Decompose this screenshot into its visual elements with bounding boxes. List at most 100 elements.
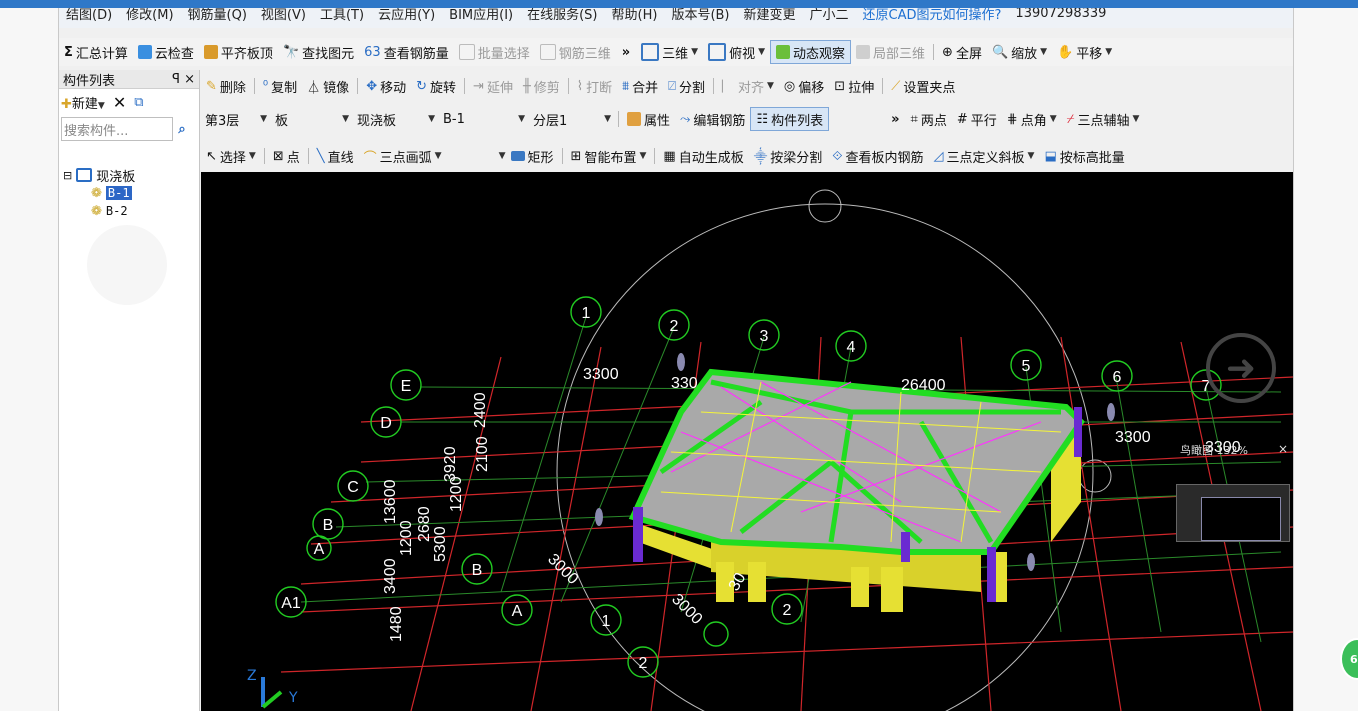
menu-item[interactable]: 视图(V) <box>254 8 313 23</box>
cad-help-link[interactable]: 还原CAD图元如何操作? <box>856 8 1009 23</box>
new-change-button[interactable]: 新建变更 <box>737 8 803 23</box>
two-point-axis-button[interactable]: ⌗ 两点 <box>906 108 952 130</box>
arrow-right-icon[interactable]: ➜ <box>1226 348 1256 389</box>
menu-item[interactable]: 在线服务(S) <box>520 8 604 23</box>
component-list-button[interactable]: ☷ 构件列表 <box>750 107 830 131</box>
view-3d-button[interactable]: 三维 ▼ <box>636 41 703 63</box>
orbit-handle[interactable] <box>808 189 842 223</box>
component-select[interactable]: B-1 ▼ <box>439 109 529 129</box>
copy-button[interactable]: ⁰ 复制 <box>258 75 302 97</box>
delete-button[interactable]: ✎ 删除 <box>201 75 251 97</box>
chevron-down-icon[interactable]: ▼ <box>499 151 506 161</box>
point-angle-icon: ⋕ <box>1006 111 1018 127</box>
dim-label: 3000 <box>668 591 705 628</box>
properties-button[interactable]: 属性 <box>622 108 675 130</box>
parallel-axis-button[interactable]: # 平行 <box>952 108 1002 130</box>
rebar-3d-button[interactable]: 钢筋三维 <box>535 41 616 63</box>
move-button[interactable]: ✥ 移动 <box>361 75 411 97</box>
batch-select-button[interactable]: 批量选择 <box>454 41 535 63</box>
divider <box>253 78 255 94</box>
search-input[interactable]: 搜索构件... <box>61 117 173 141</box>
menu-item[interactable]: 修改(M) <box>119 8 180 23</box>
menu-item[interactable]: 版本号(B) <box>664 8 736 23</box>
collapse-icon[interactable]: ⊟ <box>63 169 72 182</box>
delete-icon[interactable]: ✕ <box>113 93 126 112</box>
floor-select[interactable]: 第3层 ▼ <box>201 109 271 129</box>
sum-button[interactable]: Σ 汇总计算 <box>59 41 133 63</box>
search-icon[interactable]: ⌕ <box>171 118 193 140</box>
toolbar-more[interactable]: » <box>885 112 905 127</box>
offset-button[interactable]: ◎ 偏移 <box>779 75 829 97</box>
smart-layout-button[interactable]: ⊞ 智能布置 ▼ <box>566 145 652 167</box>
split-button[interactable]: ⍁ 分割 <box>663 75 710 97</box>
merge-button[interactable]: ⩩ 合并 <box>617 75 663 97</box>
menu-item[interactable]: 帮助(H) <box>605 8 665 23</box>
menu-item[interactable]: 工具(T) <box>313 8 371 23</box>
find-button[interactable]: 🔭 查找图元 <box>278 41 359 63</box>
tree-item[interactable]: ❁ B-2 <box>63 202 135 220</box>
elevation-batch-button[interactable]: ⬓ 按标高批量 <box>1039 145 1129 167</box>
align-button[interactable]: ⎸ 对齐 ▼ <box>717 75 779 97</box>
rectangle-button[interactable]: 矩形 <box>506 145 559 167</box>
pin-icon[interactable]: ꟼ <box>172 72 180 87</box>
arc-button[interactable]: ⌒ 三点画弧 ▼ <box>359 145 499 167</box>
axis-label: 6 <box>1113 369 1122 386</box>
divider <box>618 111 619 127</box>
grip-button[interactable]: ⟋ 设置夹点 <box>886 75 960 97</box>
rotate-button[interactable]: ↻ 旋转 <box>411 75 461 97</box>
dim-label: 2100 <box>474 436 491 472</box>
axis-label: D <box>380 415 392 432</box>
pan-button[interactable]: ✋ 平移 ▼ <box>1052 41 1117 63</box>
view-rebar-button[interactable]: 63 查看钢筋量 <box>359 41 454 63</box>
copy-icon[interactable]: ⧉ <box>134 95 143 110</box>
top-view-button[interactable]: 俯视 ▼ <box>703 41 770 63</box>
3d-viewport[interactable]: 1 2 3 4 5 6 7 E D C B A A1 B A 1 2 2 330… <box>201 172 1293 711</box>
menu-bar: 结图(D) 修改(M) 钢筋量(Q) 视图(V) 工具(T) 云应用(Y) BI… <box>59 8 1293 28</box>
close-icon[interactable]: × <box>184 72 195 87</box>
mirror-button[interactable]: ⏃ 镜像 <box>302 75 354 97</box>
trim-button[interactable]: ╫ 修剪 <box>518 75 565 97</box>
birdseye-close-icon[interactable]: × <box>1278 442 1288 456</box>
point-button[interactable]: ⊠ 点 <box>268 145 305 167</box>
move-icon: ✥ <box>366 78 378 94</box>
stretch-button[interactable]: ⊡ 拉伸 <box>829 75 879 97</box>
fullscreen-button[interactable]: ⊕ 全屏 <box>937 41 987 63</box>
properties-icon <box>627 112 641 126</box>
menu-item[interactable]: 钢筋量(Q) <box>181 8 254 23</box>
toolbar-more[interactable]: » <box>616 45 636 60</box>
cloud-check-button[interactable]: 云检查 <box>133 41 199 63</box>
new-button[interactable]: ✚新建▼ <box>61 93 105 112</box>
line-button[interactable]: ╲ 直线 <box>312 145 359 167</box>
floating-back-button[interactable] <box>87 225 167 305</box>
birdseye-view[interactable] <box>1201 497 1281 541</box>
user-name[interactable]: 广小二 <box>803 8 856 23</box>
point-angle-button[interactable]: ⋕ 点角 ▼ <box>1002 108 1062 130</box>
view-slab-rebar-button[interactable]: ⟐ 查看板内钢筋 <box>827 145 928 167</box>
tree-root[interactable]: ⊟ 现浇板 <box>63 166 135 185</box>
slope-slab-button[interactable]: ◿ 三点定义斜板 ▼ <box>929 145 1040 167</box>
birdseye-thumbnail[interactable] <box>1176 484 1290 542</box>
model-canvas[interactable]: 1 2 3 4 5 6 7 E D C B A A1 B A 1 2 2 330… <box>201 172 1293 711</box>
align-top-button[interactable]: 平齐板顶 <box>199 41 278 63</box>
dynamic-view-button[interactable]: 动态观察 <box>770 40 852 64</box>
local-3d-button[interactable]: 局部三维 <box>851 41 930 63</box>
point-icon: ⊠ <box>272 148 284 164</box>
three-point-axis-button[interactable]: ⌿ 三点辅轴 ▼ <box>1062 108 1145 130</box>
menu-item[interactable]: 云应用(Y) <box>371 8 442 23</box>
type-select[interactable]: 现浇板 ▼ <box>353 109 439 129</box>
menu-item[interactable]: BIM应用(I) <box>442 8 520 23</box>
three-point-icon: ⌿ <box>1066 111 1075 127</box>
column <box>881 567 903 612</box>
panel-title: 构件列表 <box>63 73 116 89</box>
auto-slab-button[interactable]: ▦ 自动生成板 <box>658 145 748 167</box>
tree-item[interactable]: ❁ B-1 <box>63 184 135 202</box>
layer-select[interactable]: 分层1 ▼ <box>529 109 615 129</box>
menu-item[interactable]: 结图(D) <box>59 8 119 23</box>
zoom-button[interactable]: 🔍 缩放 ▼ <box>987 41 1052 63</box>
category-select[interactable]: 板 ▼ <box>271 109 353 129</box>
select-button[interactable]: ↖ 选择 ▼ <box>201 145 261 167</box>
beam-split-button[interactable]: ⸎ 按梁分割 <box>749 145 828 167</box>
edit-rebar-button[interactable]: ⤳ 编辑钢筋 <box>675 108 750 130</box>
break-button[interactable]: ⌇ 打断 <box>572 75 617 97</box>
extend-button[interactable]: ⇥ 延伸 <box>468 75 518 97</box>
